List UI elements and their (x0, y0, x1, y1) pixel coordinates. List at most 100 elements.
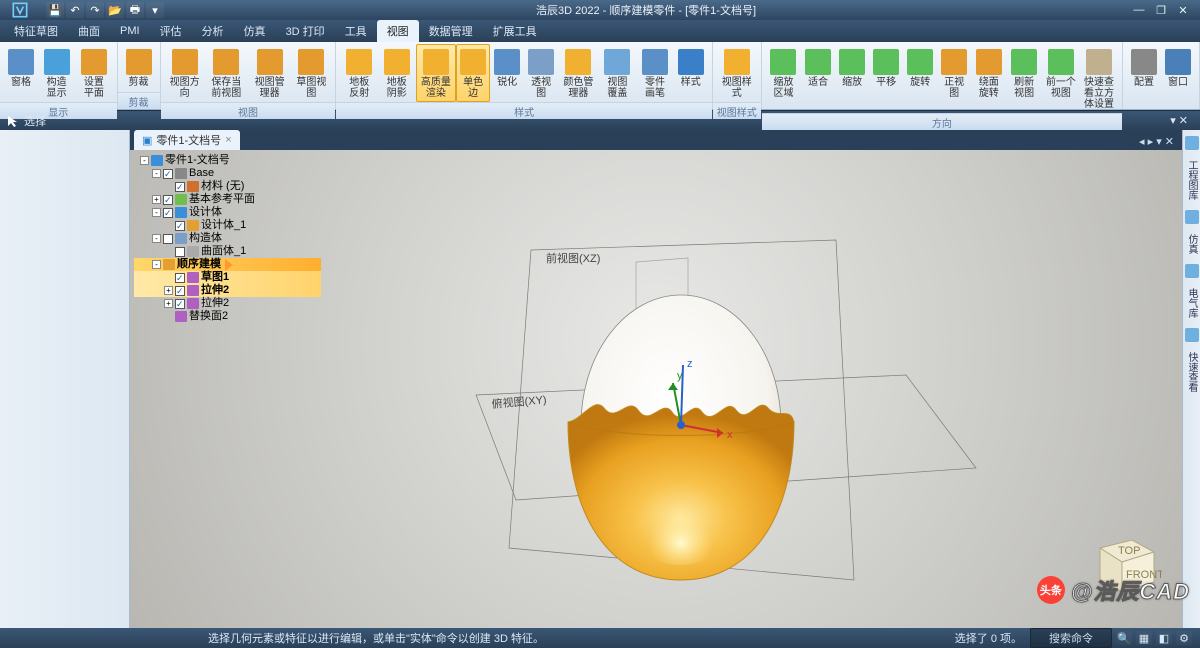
ribbon-icon (494, 49, 520, 75)
qat-undo[interactable]: ↶ (66, 2, 84, 18)
ribbon-btn-5-4[interactable]: 旋转 (903, 44, 937, 113)
ribbon-btn-3-8[interactable]: 零件画笔 (636, 44, 674, 102)
ribbon-btn-5-0[interactable]: 缩放区域 (766, 44, 801, 113)
status-icon-3[interactable]: ⚙ (1176, 631, 1192, 645)
ribbon-btn-2-2[interactable]: 视图管理器 (248, 44, 291, 102)
dock-icon-1[interactable] (1185, 210, 1199, 224)
menu-9[interactable]: 数据管理 (419, 20, 483, 42)
ribbon-label: 单色边 (460, 77, 486, 99)
ribbon-btn-2-3[interactable]: 草图视图 (291, 44, 331, 102)
ribbon-icon (8, 49, 34, 75)
ribbon-btn-2-0[interactable]: 视图方向 (165, 44, 205, 102)
title-bar: 💾 ↶ ↷ 📂 🖶 ▾ 浩辰3D 2022 - 顺序建模零件 - [零件1-文档… (0, 0, 1200, 20)
ribbon-btn-5-2[interactable]: 缩放 (835, 44, 869, 113)
ribbon-icon (44, 49, 70, 75)
qat-print[interactable]: 🖶 (126, 2, 144, 18)
maximize-button[interactable]: ❐ (1152, 3, 1170, 17)
menu-1[interactable]: 曲面 (68, 20, 110, 42)
ribbon-btn-3-7[interactable]: 视图覆盖 (599, 44, 637, 102)
ribbon-btn-0-0[interactable]: 窗格 (4, 44, 38, 102)
svg-text:TOP: TOP (1118, 545, 1140, 557)
ribbon-label: 配置 (1134, 77, 1154, 88)
ribbon-icon (1048, 49, 1074, 75)
ribbon-label: 零件画笔 (640, 77, 670, 99)
qat-redo[interactable]: ↷ (86, 2, 104, 18)
ribbon-label: 视图样式 (721, 77, 753, 99)
ribbon-btn-6-1[interactable]: 窗口 (1161, 44, 1195, 108)
ribbon-btn-5-7[interactable]: 刷新视图 (1007, 44, 1042, 113)
ribbon-btn-5-3[interactable]: 平移 (869, 44, 903, 113)
shell-highlight (621, 455, 741, 565)
dock-label-2[interactable]: 电气库 (1183, 284, 1200, 322)
ribbon-btn-1-0[interactable]: 剪裁 (122, 44, 156, 92)
ribbon-btn-6-0[interactable]: 配置 (1127, 44, 1161, 108)
ribbon-btn-3-5[interactable]: 透视图 (524, 44, 558, 102)
ribbon-icon (172, 49, 198, 75)
panel-dropdown-icon[interactable]: ▾ ✕ (1170, 114, 1188, 127)
tab-nav[interactable]: ◂ ▸ ▾ ✕ (1131, 133, 1182, 150)
ribbon-btn-3-3[interactable]: 单色边 (456, 44, 490, 102)
ribbon-label: 平移 (876, 77, 896, 88)
qat-save[interactable]: 💾 (46, 2, 64, 18)
document-tab[interactable]: ▣ 零件1-文档号 × (134, 130, 240, 150)
ribbon-label: 颜色管理器 (562, 77, 595, 99)
ribbon-group-3: 地板反射地板阴影高质量渲染单色边锐化透视图颜色管理器视图覆盖零件画笔样式样式 (336, 42, 712, 109)
ribbon-btn-3-1[interactable]: 地板阴影 (378, 44, 416, 102)
menu-4[interactable]: 分析 (192, 20, 234, 42)
status-icon-1[interactable]: ▦ (1136, 631, 1152, 645)
selection-indicator[interactable]: 选择 (6, 113, 46, 129)
command-search[interactable]: 搜索命令 (1030, 628, 1112, 648)
menu-3[interactable]: 评估 (150, 20, 192, 42)
ribbon-btn-5-9[interactable]: 快速查看立方体设置 (1080, 44, 1118, 113)
doc-icon: ▣ (142, 134, 152, 147)
ribbon-btn-5-1[interactable]: 适合 (801, 44, 835, 113)
ribbon-btn-3-2[interactable]: 高质量渲染 (416, 44, 457, 102)
menu-7[interactable]: 工具 (335, 20, 377, 42)
menu-2[interactable]: PMI (110, 20, 150, 42)
menu-8[interactable]: 视图 (377, 20, 419, 42)
3d-viewport[interactable]: -零件1-文档号-Base材料 (无)+基本参考平面-设计体设计体_1-构造体曲… (130, 150, 1182, 628)
dock-icon-0[interactable] (1185, 136, 1199, 150)
status-bar: 选择几何元素或特征以进行编辑，或单击"实体"命令以创建 3D 特征。 选择了 0… (0, 628, 1200, 648)
minimize-button[interactable]: — (1130, 3, 1148, 17)
ribbon-icon (346, 49, 372, 75)
ribbon-btn-0-1[interactable]: 构造显示 (38, 44, 75, 102)
ribbon-btn-5-8[interactable]: 前一个视图 (1042, 44, 1080, 113)
dock-label-1[interactable]: 仿真 (1183, 230, 1200, 258)
ribbon-icon (528, 49, 554, 75)
ribbon-group-4: 视图样式视图样式 (713, 42, 762, 109)
ribbon-btn-5-5[interactable]: 正视图 (937, 44, 971, 113)
menu-10[interactable]: 扩展工具 (483, 20, 547, 42)
ribbon-btn-5-6[interactable]: 绕面旋转 (971, 44, 1006, 113)
menu-6[interactable]: 3D 打印 (276, 20, 335, 42)
ribbon-group-label: 剪裁 (118, 92, 160, 109)
qat-more[interactable]: ▾ (146, 2, 164, 18)
tab-close-icon[interactable]: × (225, 134, 231, 146)
ribbon-btn-3-0[interactable]: 地板反射 (340, 44, 378, 102)
dock-icon-3[interactable] (1185, 328, 1199, 342)
ribbon-group-0: 窗格构造显示设置平面显示 (0, 42, 118, 109)
ribbon-btn-3-4[interactable]: 锐化 (490, 44, 524, 102)
ribbon-btn-4-0[interactable]: 视图样式 (717, 44, 757, 102)
dock-icon-2[interactable] (1185, 264, 1199, 278)
ribbon-group-label: 视图 (161, 102, 336, 119)
window-title: 浩辰3D 2022 - 顺序建模零件 - [零件1-文档号] (170, 2, 1122, 18)
document-tabs: ▣ 零件1-文档号 × ◂ ▸ ▾ ✕ (130, 130, 1182, 150)
ribbon-label: 刷新视图 (1011, 77, 1038, 99)
menu-0[interactable]: 特征草图 (4, 20, 68, 42)
ribbon-btn-3-9[interactable]: 样式 (674, 44, 708, 102)
qat-open[interactable]: 📂 (106, 2, 124, 18)
ribbon-group-5: 缩放区域适合缩放平移旋转正视图绕面旋转刷新视图前一个视图快速查看立方体设置方向 (762, 42, 1123, 109)
ribbon-btn-0-2[interactable]: 设置平面 (75, 44, 112, 102)
dock-label-3[interactable]: 快速查看 (1183, 348, 1200, 396)
status-icon-2[interactable]: ◧ (1156, 631, 1172, 645)
search-icon[interactable]: 🔍 (1116, 631, 1132, 645)
ribbon-btn-3-6[interactable]: 颜色管理器 (558, 44, 599, 102)
dock-label-0[interactable]: 工程图库 (1183, 156, 1200, 204)
right-dock: 工程图库仿真电气库快速查看 (1182, 130, 1200, 628)
ribbon-icon (1165, 49, 1191, 75)
close-button[interactable]: ✕ (1174, 3, 1192, 17)
menu-5[interactable]: 仿真 (234, 20, 276, 42)
window-controls: — ❐ ✕ (1122, 3, 1200, 17)
ribbon-btn-2-1[interactable]: 保存当前视图 (205, 44, 248, 102)
